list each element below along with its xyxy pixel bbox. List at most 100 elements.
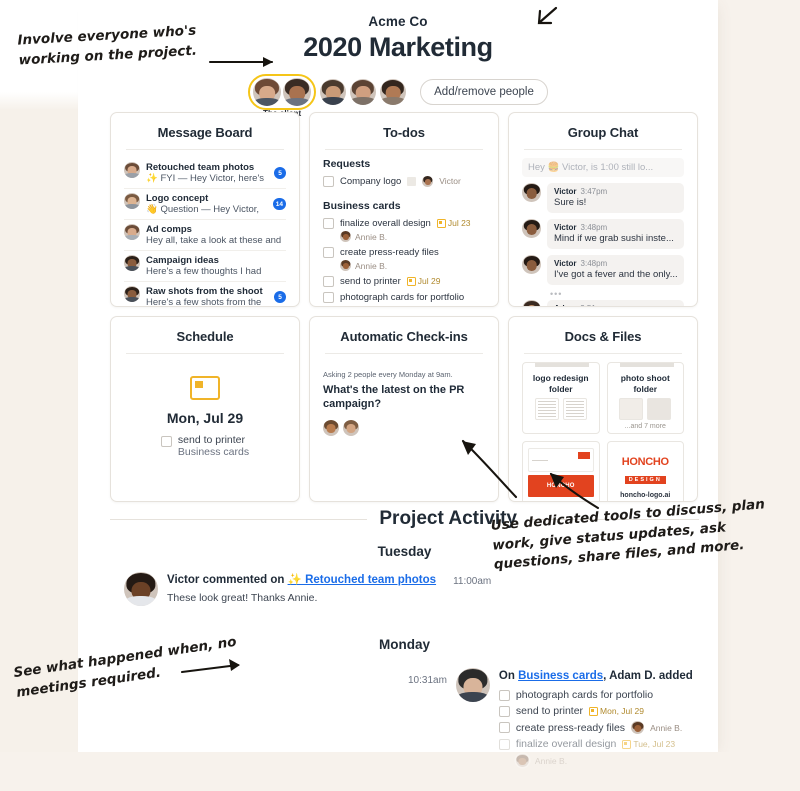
folder-name: logo redesign folder <box>532 373 589 394</box>
list-item[interactable]: Campaign ideas Here's a few thoughts I h… <box>124 250 286 281</box>
screenshot-root: Acme Co 2020 Marketing The client A <box>0 0 800 791</box>
message-title: Ad comps <box>146 224 192 235</box>
divider <box>325 353 483 354</box>
add-remove-people-button[interactable]: Add/remove people <box>420 79 548 105</box>
chat-message: Victor 3:48pm I've got a fever and the on… <box>522 255 684 285</box>
message-title: Campaign ideas <box>146 255 219 266</box>
card-automatic-checkins[interactable]: Automatic Check-ins Asking 2 people ever… <box>309 316 499 502</box>
schedule-task-row[interactable]: send to printer Business cards <box>124 434 286 458</box>
todo-assignee-row: Annie B. <box>340 260 485 271</box>
document-thumbnail <box>562 398 587 421</box>
activity-task-assignee: Annie B. <box>515 754 693 768</box>
task-label: finalize overall design <box>515 738 617 751</box>
todo-row[interactable]: send to printer Jul 29 <box>323 273 485 289</box>
avatar <box>340 231 351 242</box>
checkbox[interactable] <box>498 722 510 734</box>
avatar[interactable] <box>380 79 407 105</box>
task-assignee: Annie B. <box>534 755 568 766</box>
card-message-board[interactable]: Message Board Retouched team photos ✨ FY… <box>110 112 300 307</box>
activity-task[interactable]: create press-ready files Annie B. <box>498 721 693 735</box>
chat-message: Adam3:51pm Ha! Sounds great. <box>522 300 684 306</box>
avatar[interactable] <box>320 79 347 105</box>
checkin-participants <box>323 419 485 436</box>
divider <box>325 149 483 150</box>
chat-time: 3:48pm <box>580 259 608 268</box>
avatar <box>522 183 541 202</box>
due-date: Jul 23 <box>436 218 471 228</box>
typing-indicator: ••• <box>550 289 563 299</box>
unread-badge: 5 <box>274 167 286 179</box>
client-avatar-group[interactable]: The client <box>248 74 317 118</box>
file-tile[interactable]: HONCHO honcho-bizcard.pdf <box>522 441 600 501</box>
checkbox[interactable] <box>323 246 334 258</box>
avatar[interactable] <box>350 79 377 105</box>
chat-scroll[interactable]: Hey 🍔 Victor, is 1:00 still lo... Victor… <box>522 158 684 306</box>
avatar <box>124 255 140 271</box>
divider <box>524 353 682 354</box>
chat-time: 3:47pm <box>580 187 608 196</box>
checkbox[interactable] <box>498 738 510 750</box>
checkbox[interactable] <box>323 291 334 303</box>
activity-link[interactable]: Business cards <box>518 670 603 682</box>
list-item[interactable]: Ad comps Hey all, take a look at these a… <box>124 219 286 250</box>
folder-tab-icon <box>619 363 674 367</box>
list-item[interactable]: Raw shots from the shoot Here's a few sh… <box>124 281 286 307</box>
unread-badge: 14 <box>272 198 286 210</box>
activity-prefix: Victor commented on <box>167 574 288 586</box>
checkbox[interactable] <box>160 436 172 447</box>
todo-row[interactable]: create press-ready files <box>323 244 485 260</box>
card-todos[interactable]: To-dos Requests Company logo Victor Busi… <box>309 112 499 307</box>
card-title: Group Chat <box>567 125 639 140</box>
activity-headline: On Business cards, Adam D. added <box>499 668 693 685</box>
todo-row[interactable]: Company logo Victor <box>323 173 485 189</box>
avatar <box>124 193 140 209</box>
todo-label: Company logo <box>340 175 402 187</box>
message-preview: Here's a few shots from the <box>146 297 262 307</box>
avatar[interactable] <box>253 78 282 106</box>
activity-task[interactable]: photograph cards for portfolio <box>498 689 693 701</box>
activity-comment: These look great! Thanks Annie. <box>167 592 318 605</box>
people-row: The client Add/remove people <box>78 74 718 118</box>
file-name: honcho-logo.ai <box>620 492 671 499</box>
checkbox[interactable] <box>323 175 334 187</box>
avatar[interactable] <box>283 78 312 106</box>
avatar <box>343 419 359 436</box>
file-tile[interactable]: HONCHO DESIGN honcho-logo.ai <box>606 441 684 501</box>
activity-task[interactable]: send to printer Mon, Jul 29 <box>498 705 693 717</box>
activity-time: 10:31am <box>408 675 447 686</box>
chat-time: 3:51pm <box>580 304 607 306</box>
checkbox[interactable] <box>498 689 510 701</box>
folder-more-count: ...and 7 more <box>624 423 666 431</box>
folder-tile[interactable]: logo redesign folder <box>522 362 600 434</box>
activity-task[interactable]: finalize overall design Tue, Jul 23 <box>498 738 693 751</box>
avatar <box>515 754 529 768</box>
checkbox[interactable] <box>498 705 510 717</box>
divider <box>524 149 682 150</box>
todo-row[interactable]: photograph cards for portfolio <box>323 289 485 305</box>
list-item[interactable]: Logo concept 👋 Question — Hey Victor, 14 <box>124 188 286 219</box>
card-schedule[interactable]: Schedule Mon, Jul 29 send to printer Bus… <box>110 316 300 502</box>
avatar <box>124 286 140 302</box>
card-docs-files[interactable]: Docs & Files logo redesign folder photo … <box>508 316 698 502</box>
activity-prefix: On <box>498 670 519 682</box>
file-preview: HONCHO DESIGN <box>613 448 679 486</box>
message-preview: Here's a few thoughts I had <box>146 266 262 277</box>
due-date: Mon, Jul 29 <box>589 706 644 716</box>
checkbox[interactable] <box>323 217 334 229</box>
list-item[interactable]: Retouched team photos ✨ FYI — Hey Victor… <box>124 158 286 188</box>
chat-text: Sure is! <box>554 197 587 208</box>
activity-link[interactable]: ✨ Retouched team photos <box>288 574 437 586</box>
message-title: Raw shots from the shoot <box>146 286 263 297</box>
chat-author: Victor <box>554 187 577 196</box>
chat-time: 3:48pm <box>580 223 608 232</box>
todo-assignee: Annie B. <box>355 231 388 242</box>
card-group-chat[interactable]: Group Chat Hey 🍔 Victor, is 1:00 still l… <box>508 112 698 307</box>
todo-row[interactable]: finalize overall design Jul 23 <box>323 215 485 231</box>
folder-tile[interactable]: photo shoot folder ...and 7 more <box>606 362 684 434</box>
divider <box>110 518 368 520</box>
card-title: Docs & Files <box>564 329 642 344</box>
checkbox[interactable] <box>323 275 334 287</box>
todo-assignee: Annie B. <box>355 260 388 271</box>
message-title: Retouched team photos <box>146 162 255 173</box>
activity-suffix: , Adam D. added <box>603 670 693 682</box>
